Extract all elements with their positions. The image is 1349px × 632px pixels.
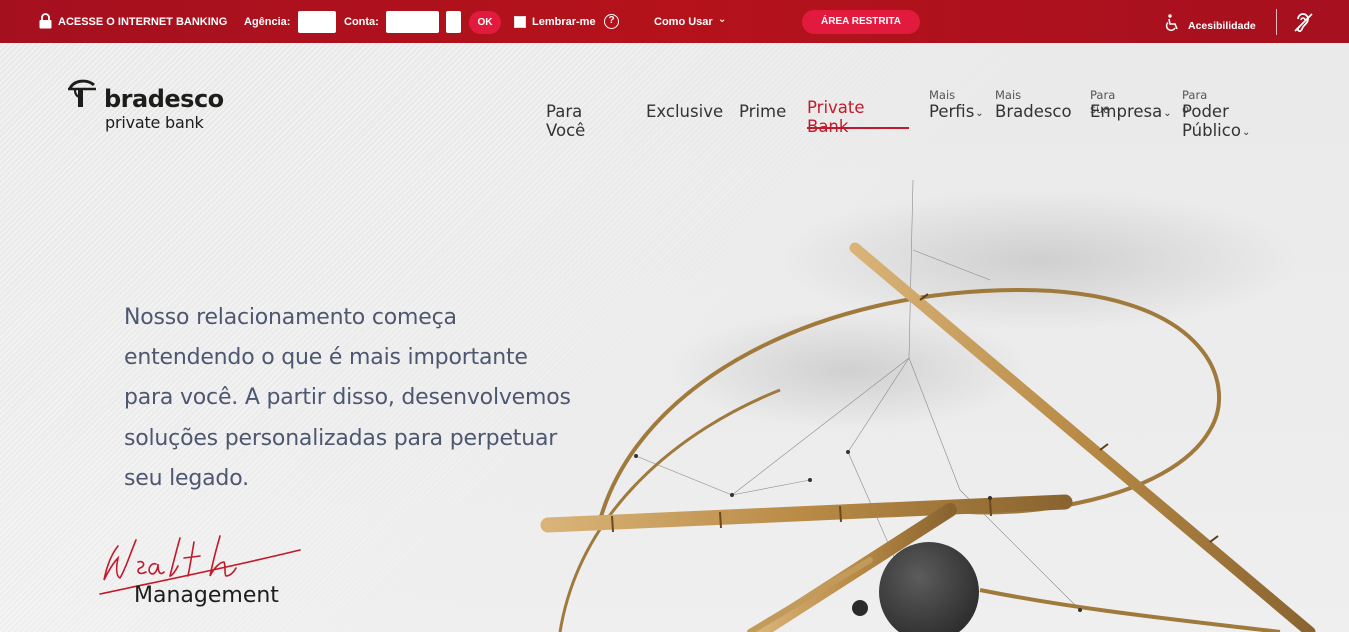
nav-empresa[interactable]: Empresa⌄ [1090,102,1172,121]
conta-digit-input[interactable] [446,11,461,33]
nav-active-underline [807,127,909,129]
nav-exclusive[interactable]: Exclusive [646,102,723,121]
bamboo-sculpture-image [540,180,1316,632]
ok-button[interactable]: OK [469,11,501,34]
lembrar-label[interactable]: Lembrar-me [532,16,596,28]
nav-empresa-label: Empresa [1090,102,1163,121]
agencia-input[interactable] [298,11,336,33]
conta-input[interactable] [386,11,439,33]
nav-para-voce[interactable]: Para Você [546,102,585,140]
nav-mais-perfis-label: Perfis [929,102,975,121]
nav-mais-perfis-kicker: Mais [929,88,956,102]
chevron-down-icon[interactable]: ⌄ [718,14,726,25]
hearing-icon[interactable] [1292,11,1314,33]
nav-mais-bradesco-kicker: Mais [995,88,1022,102]
lock-icon [39,13,52,29]
nav-poder-publico[interactable]: Poder Público⌄ [1182,102,1250,140]
logo-sub-text: private bank [105,113,204,132]
conta-label: Conta: [344,16,379,28]
agencia-label: Agência: [244,16,291,28]
lembrar-checkbox[interactable] [514,16,526,28]
como-usar-link[interactable]: Como Usar [654,16,713,28]
internet-banking-label: ACESSE O INTERNET BANKING [58,16,228,28]
nav-prime[interactable]: Prime [739,102,786,121]
help-icon[interactable]: ? [604,14,619,29]
divider [1276,9,1277,35]
logo-brand-text: bradesco [104,85,224,113]
bradesco-logo[interactable]: bradesco private bank [66,77,226,137]
nav-private-bank[interactable]: Private Bank [807,98,865,136]
accessibility-icon[interactable] [1164,14,1180,32]
nav-mais-perfis[interactable]: Perfis⌄ [929,102,984,121]
chevron-down-icon: ⌄ [975,108,984,119]
top-bar: ACESSE O INTERNET BANKING Agência: Conta… [0,0,1349,43]
area-restrita-button[interactable]: ÁREA RESTRITA [802,10,920,34]
nav-mais-bradesco[interactable]: Bradesco [995,102,1072,121]
bradesco-logo-mark [68,79,96,107]
chevron-down-icon: ⌄ [1163,108,1172,119]
acessibilidade-link[interactable]: Acesibilidade [1188,20,1256,32]
wealth-management-text: Management [134,583,279,608]
chevron-down-icon: ⌄ [1241,127,1251,138]
nav-poder-publico-label: Poder Público [1182,102,1241,140]
